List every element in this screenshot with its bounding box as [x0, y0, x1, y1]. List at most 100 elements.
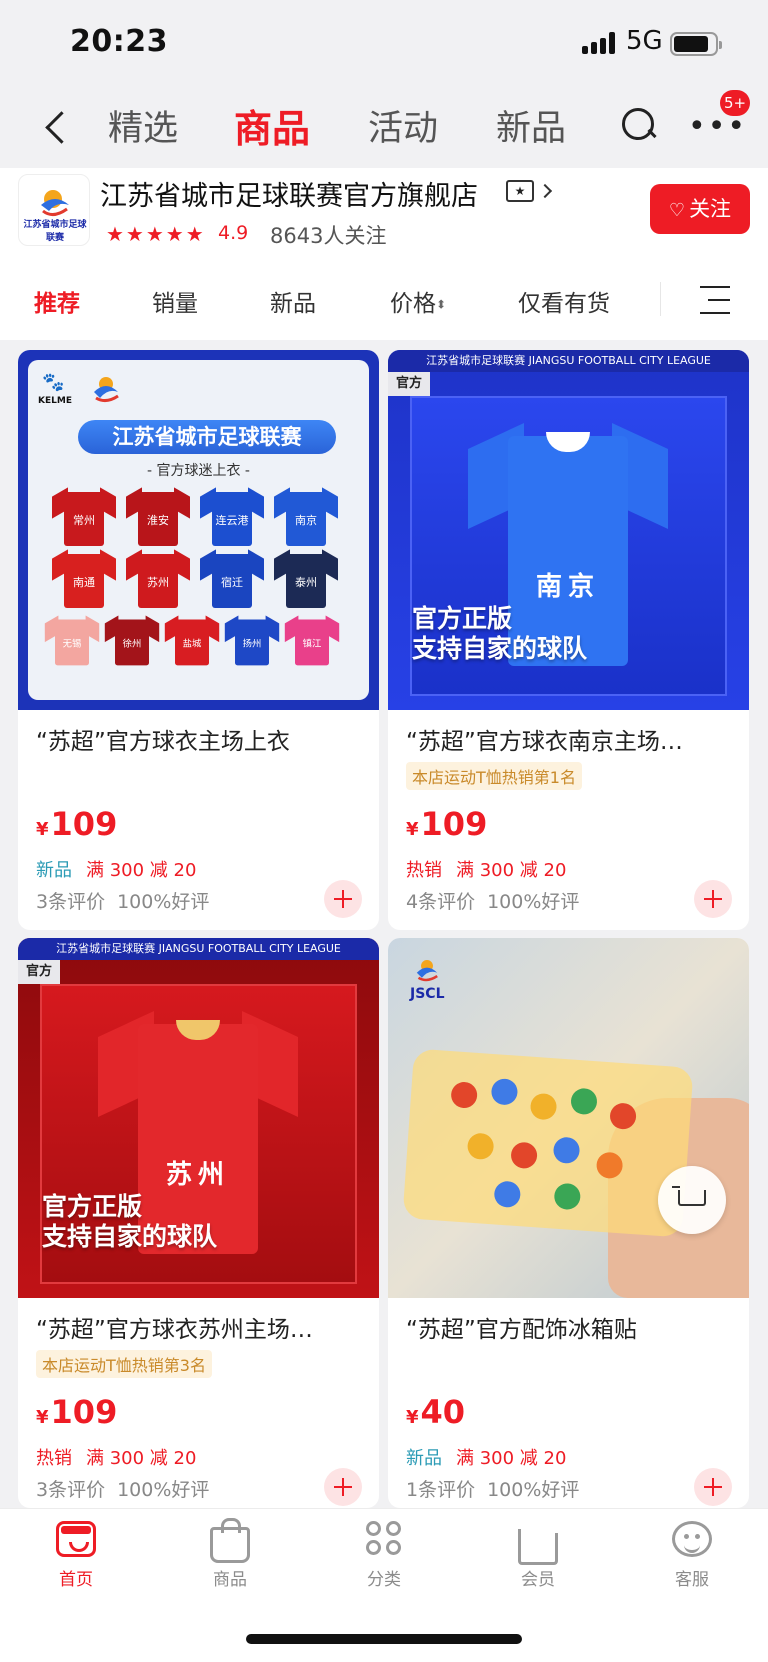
filter-sales[interactable]: 销量 — [152, 284, 198, 318]
tabbar-products[interactable]: 商品 — [180, 1518, 280, 1590]
jersey-city-label: 常州 — [73, 514, 95, 527]
jersey-city-label: 无锡 — [62, 638, 82, 650]
chevron-right-icon[interactable] — [537, 183, 553, 199]
jersey-city-label: 扬州 — [242, 638, 262, 650]
back-icon[interactable] — [40, 108, 70, 148]
image-strip: 江苏省城市足球联赛 JIANGSU FOOTBALL CITY LEAGUE — [388, 350, 749, 372]
image-strip: 江苏省城市足球联赛 JIANGSU FOOTBALL CITY LEAGUE — [18, 938, 379, 960]
product-price: ¥40 — [406, 1393, 466, 1431]
product-title[interactable]: “苏超”官方球衣苏州主场… — [36, 1310, 366, 1344]
product-card[interactable]: JSCL “苏超”官方配饰冰箱贴 ¥40 新品满 300 减 20 1条评价 10… — [388, 938, 749, 1508]
jersey-city-label: 泰州 — [295, 576, 317, 589]
tabbar-home[interactable]: 首页 — [26, 1521, 126, 1590]
tab-new[interactable]: 新品 — [496, 100, 566, 151]
jersey-thumbnail: 连云港 — [200, 484, 264, 546]
jersey-city-label: 盐城 — [182, 638, 202, 650]
ranking-tag: 本店运动T恤热销第3名 — [36, 1350, 212, 1378]
add-to-cart-button[interactable] — [324, 880, 362, 918]
crown-icon — [518, 1519, 558, 1565]
product-price: ¥109 — [36, 1393, 118, 1431]
filter-divider — [660, 282, 661, 316]
discount-text: 满 300 减 20 — [86, 1448, 197, 1469]
label-badge: 热销 — [406, 860, 442, 881]
id-card-icon: ★ — [506, 180, 534, 202]
network-type: 5G — [626, 26, 663, 56]
product-title[interactable]: “苏超”官方配饰冰箱贴 — [406, 1310, 736, 1344]
jersey-city-label: 镇江 — [302, 638, 322, 650]
jersey-city: 苏州 — [165, 1160, 230, 1190]
product-image[interactable]: JSCL — [388, 938, 749, 1298]
filter-bar: 推荐 销量 新品 价格⬍ 仅看有货 — [0, 260, 768, 340]
add-to-cart-button[interactable] — [694, 1468, 732, 1506]
product-card[interactable]: 🐾 KELME 江苏省城市足球联赛 - 官方球迷上衣 - 常州 淮安 连云港 南京 南通… — [18, 350, 379, 930]
paw-icon: 🐾 — [42, 372, 65, 393]
sticker-panel — [402, 1048, 694, 1238]
shop-logo-text: 江苏省城市足球联赛 — [23, 220, 87, 243]
battery-icon — [670, 32, 722, 56]
jersey-thumbnail: 泰州 — [274, 546, 338, 608]
signal-icon — [582, 32, 616, 54]
product-reviews: 4条评价 100%好评 — [406, 891, 580, 913]
shop-logo[interactable]: 江苏省城市足球联赛 — [18, 174, 90, 246]
follow-label: 关注 — [689, 197, 732, 221]
product-card[interactable]: 江苏省城市足球联赛 JIANGSU FOOTBALL CITY LEAGUE 官… — [388, 350, 749, 930]
image-slogan: 官方正版 支持自家的球队 — [42, 1192, 218, 1251]
filter-recommended[interactable]: 推荐 — [34, 284, 80, 318]
product-card[interactable]: 江苏省城市足球联赛 JIANGSU FOOTBALL CITY LEAGUE 官… — [18, 938, 379, 1508]
product-reviews: 3条评价 100%好评 — [36, 1479, 210, 1501]
brand-text: KELME — [38, 396, 72, 406]
official-tag: 官方 — [388, 372, 431, 396]
official-tag: 官方 — [18, 960, 61, 984]
product-image[interactable]: 江苏省城市足球联赛 JIANGSU FOOTBALL CITY LEAGUE 官… — [388, 350, 749, 710]
tabbar-categories[interactable]: 分类 — [334, 1521, 434, 1590]
tabbar-home-label: 首页 — [59, 1570, 93, 1590]
jersey-city-label: 南通 — [73, 576, 95, 589]
tab-events[interactable]: 活动 — [368, 100, 438, 151]
discount-text: 满 300 减 20 — [86, 860, 197, 881]
label-badge: 新品 — [36, 860, 72, 881]
jersey-thumbnail: 徐州 — [104, 613, 160, 666]
product-title[interactable]: “苏超”官方球衣主场上衣 — [36, 722, 366, 756]
product-promo: 新品满 300 减 20 — [406, 1444, 566, 1470]
product-promo: 热销满 300 减 20 — [406, 856, 566, 882]
filter-new[interactable]: 新品 — [270, 284, 316, 318]
more-icon[interactable]: ••• — [688, 112, 747, 142]
shopping-bag-icon — [210, 1518, 250, 1563]
cart-icon[interactable] — [658, 1166, 726, 1234]
jersey-city-label: 连云港 — [215, 514, 249, 527]
shop-home-icon — [56, 1521, 96, 1557]
image-slogan: 官方正版 支持自家的球队 — [412, 604, 588, 663]
product-image[interactable]: 🐾 KELME 江苏省城市足球联赛 - 官方球迷上衣 - 常州 淮安 连云港 南京 南通… — [18, 350, 379, 710]
top-nav: 精选 商品 活动 新品 ••• 5+ — [0, 88, 768, 168]
product-promo: 热销满 300 减 20 — [36, 1444, 196, 1470]
product-price: ¥109 — [36, 805, 118, 843]
discount-text: 满 300 减 20 — [456, 860, 567, 881]
jersey-thumbnail: 淮安 — [126, 484, 190, 546]
status-bar: 20:23 5G — [0, 0, 768, 88]
shop-name[interactable]: 江苏省城市足球联赛官方旗舰店 — [100, 174, 478, 213]
rating-stars: ★★★★★ — [106, 222, 206, 246]
sort-icon: ⬍ — [436, 297, 447, 312]
filter-price[interactable]: 价格⬍ — [390, 284, 446, 318]
layout-menu-icon[interactable] — [700, 286, 730, 314]
tabbar-member[interactable]: 会员 — [488, 1519, 588, 1590]
product-reviews: 3条评价 100%好评 — [36, 891, 210, 913]
tabbar-service[interactable]: 客服 — [642, 1521, 742, 1590]
add-to-cart-button[interactable] — [324, 1468, 362, 1506]
shop-header: 江苏省城市足球联赛 江苏省城市足球联赛官方旗舰店 ★ ★★★★★ 4.9 864… — [0, 168, 768, 260]
tab-products[interactable]: 商品 — [234, 98, 310, 153]
league-logo-icon — [410, 954, 444, 988]
follow-button[interactable]: ♡ 关注 — [650, 184, 750, 234]
filter-in-stock[interactable]: 仅看有货 — [518, 284, 610, 318]
product-image[interactable]: 江苏省城市足球联赛 JIANGSU FOOTBALL CITY LEAGUE 官… — [18, 938, 379, 1298]
add-to-cart-button[interactable] — [694, 880, 732, 918]
product-title[interactable]: “苏超”官方球衣南京主场… — [406, 722, 736, 756]
jersey-thumbnail: 扬州 — [224, 613, 280, 666]
home-indicator — [246, 1634, 522, 1644]
brand-text: JSCL — [410, 986, 445, 1002]
jersey-city-label: 南京 — [295, 514, 317, 527]
jersey-thumbnail: 苏州 — [126, 546, 190, 608]
tab-featured[interactable]: 精选 — [108, 100, 178, 151]
customer-service-icon — [672, 1521, 712, 1557]
search-icon[interactable] — [622, 108, 658, 144]
